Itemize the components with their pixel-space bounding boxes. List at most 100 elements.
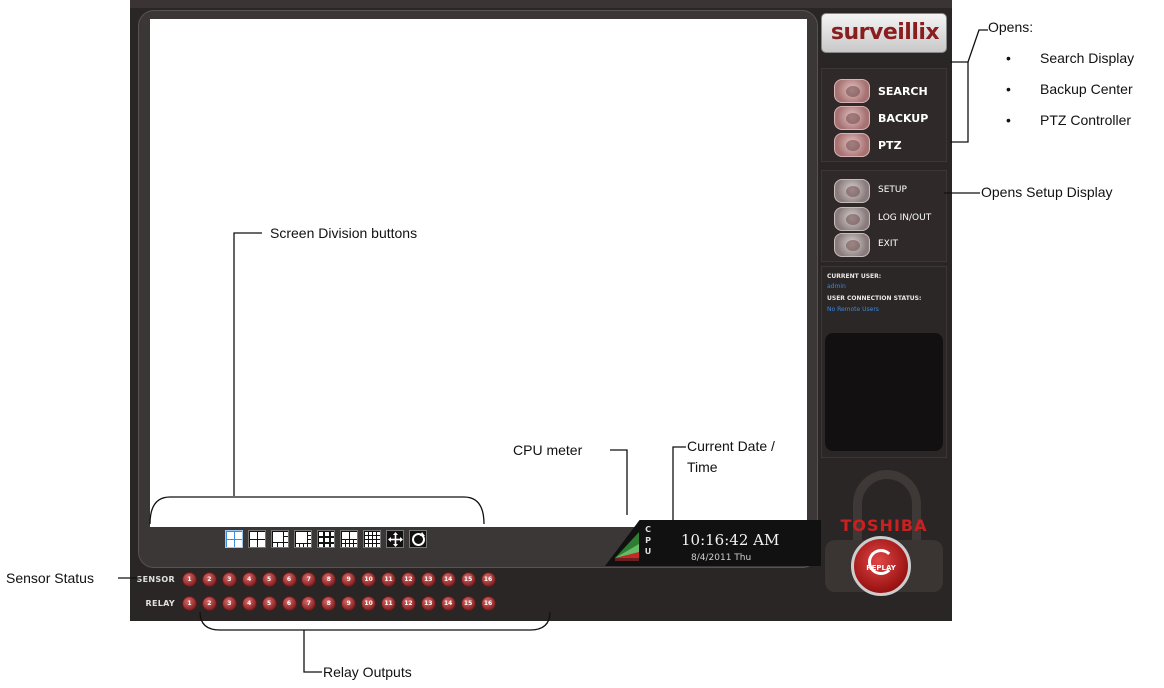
login-logout-button[interactable]: LOG IN/OUT — [834, 207, 946, 231]
fullscreen-button[interactable] — [386, 530, 404, 548]
sensor-led-5[interactable]: 5 — [261, 572, 277, 587]
exit-label: EXIT — [878, 239, 899, 249]
division-16-button[interactable] — [363, 530, 381, 548]
connection-status-label: USER CONNECTION STATUS: — [827, 295, 922, 302]
opens-callout: Opens: — [988, 19, 1034, 35]
layout-1x1-icon — [227, 532, 242, 547]
division-10-button[interactable] — [340, 530, 358, 548]
sensor-led-6[interactable]: 6 — [281, 572, 297, 587]
ptz-label: PTZ — [878, 139, 902, 152]
logo-text: surveillix — [830, 20, 940, 45]
setup-button[interactable]: SETUP — [834, 179, 946, 203]
ptz-camera-icon — [834, 133, 870, 157]
division-8-button[interactable] — [294, 530, 312, 548]
sensor-led-3[interactable]: 3 — [221, 572, 237, 587]
sensor-led-15[interactable]: 15 — [460, 572, 476, 587]
opens-list: Search Display Backup Center PTZ Control… — [1006, 50, 1134, 143]
setup-label: SETUP — [878, 185, 907, 195]
division-4-button[interactable] — [248, 530, 266, 548]
division-9-button[interactable] — [317, 530, 335, 548]
relay-led-5[interactable]: 5 — [261, 596, 277, 611]
opens-pointer-line — [967, 29, 988, 63]
sensor-led-4[interactable]: 4 — [241, 572, 257, 587]
relay-led-6[interactable]: 6 — [281, 596, 297, 611]
relay-led-16[interactable]: 16 — [480, 596, 496, 611]
control-panel: surveillix SEARCH BACKUP PTZ SETUP LOG I… — [821, 8, 947, 618]
sensor-led-16[interactable]: 16 — [480, 572, 496, 587]
relay-led-7[interactable]: 7 — [301, 596, 317, 611]
relay-outputs-callout: Relay Outputs — [323, 664, 412, 680]
login-logout-label: LOG IN/OUT — [878, 213, 932, 223]
relay-led-3[interactable]: 3 — [221, 596, 237, 611]
sensor-led-10[interactable]: 10 — [361, 572, 377, 587]
relay-led-9[interactable]: 9 — [341, 596, 357, 611]
sensor-label: SENSOR — [136, 575, 175, 584]
clock-date: 8/4/2011 Thu — [691, 553, 752, 563]
relay-led-11[interactable]: 11 — [381, 596, 396, 611]
window-top-rim — [130, 0, 952, 8]
relay-label: RELAY — [145, 599, 175, 608]
sensor-led-12[interactable]: 12 — [400, 572, 416, 587]
expand-arrows-icon — [388, 532, 403, 547]
layout-4x4-icon — [365, 532, 380, 547]
sensor-led-1[interactable]: 1 — [182, 572, 197, 587]
opens-bracket-line — [950, 61, 969, 143]
layout-2x2-icon — [250, 532, 265, 547]
opens-item: PTZ Controller — [1006, 112, 1134, 143]
sensor-led-9[interactable]: 9 — [341, 572, 357, 587]
search-button[interactable]: SEARCH — [834, 79, 946, 103]
dvr-main-window: C P U 10:16:42 AM 8/4/2011 Thu SENSOR 12… — [130, 0, 952, 621]
layout-6-icon — [273, 532, 288, 547]
relay-led-8[interactable]: 8 — [321, 596, 337, 611]
backup-button[interactable]: BACKUP — [834, 106, 946, 130]
date-time-callout-line2: Time — [687, 459, 718, 475]
cpu-letter-c: C — [645, 525, 651, 534]
relay-led-10[interactable]: 10 — [361, 596, 377, 611]
sequence-button[interactable] — [409, 530, 427, 548]
video-display-bezel: C P U 10:16:42 AM 8/4/2011 Thu — [138, 10, 821, 568]
sensor-led-8[interactable]: 8 — [321, 572, 337, 587]
division-6-button[interactable] — [271, 530, 289, 548]
replay-label: REPLAY — [866, 564, 896, 572]
cpu-date-panel: C P U 10:16:42 AM 8/4/2011 Thu — [605, 520, 821, 566]
relay-led-2[interactable]: 2 — [201, 596, 217, 611]
cycle-icon — [412, 532, 425, 546]
primary-nav-group: SEARCH BACKUP PTZ — [821, 68, 947, 162]
sensor-led-14[interactable]: 14 — [440, 572, 456, 587]
layout-3x3-icon — [319, 532, 334, 547]
search-label: SEARCH — [878, 85, 928, 98]
sensor-led-11[interactable]: 11 — [381, 572, 396, 587]
sensor-status-callout: Sensor Status — [6, 570, 94, 586]
sensor-led-2[interactable]: 2 — [201, 572, 217, 587]
relay-led-13[interactable]: 13 — [420, 596, 436, 611]
exit-door-icon — [834, 233, 870, 257]
toshiba-brand: TOSHIBA — [840, 516, 928, 535]
screen-division-bar — [225, 528, 475, 558]
surveillix-logo: surveillix — [821, 13, 947, 53]
current-user-label: CURRENT USER: — [827, 273, 882, 280]
opens-item: Search Display — [1006, 50, 1134, 81]
backup-label: BACKUP — [878, 112, 929, 125]
relay-led-1[interactable]: 1 — [182, 596, 197, 611]
user-status-box: CURRENT USER: admin USER CONNECTION STAT… — [821, 266, 947, 458]
screen-division-callout: Screen Division buttons — [270, 225, 418, 241]
secondary-nav-group: SETUP LOG IN/OUT EXIT — [821, 170, 947, 262]
relay-led-15[interactable]: 15 — [460, 596, 476, 611]
relay-led-12[interactable]: 12 — [400, 596, 416, 611]
division-1-button[interactable] — [225, 530, 243, 548]
relay-led-4[interactable]: 4 — [241, 596, 257, 611]
opens-setup-callout: Opens Setup Display — [981, 184, 1113, 200]
clock-time: 10:16:42 AM — [681, 531, 780, 549]
sensor-led-13[interactable]: 13 — [420, 572, 436, 587]
relay-led-14[interactable]: 14 — [440, 596, 456, 611]
ptz-button[interactable]: PTZ — [834, 133, 946, 157]
layout-8-icon — [296, 532, 311, 547]
cpu-letter-u: U — [644, 547, 652, 556]
setup-tools-icon — [834, 179, 870, 203]
relay-row: RELAY 1 2 3 4 5 6 7 8 9 10 11 12 13 14 15 16 — [130, 596, 560, 612]
exit-button[interactable]: EXIT — [834, 233, 946, 257]
replay-button[interactable]: REPLAY — [851, 536, 911, 596]
sensor-led-7[interactable]: 7 — [301, 572, 317, 587]
date-time-callout-line1: Current Date / — [687, 438, 775, 454]
relay-pointer-line — [303, 630, 322, 673]
